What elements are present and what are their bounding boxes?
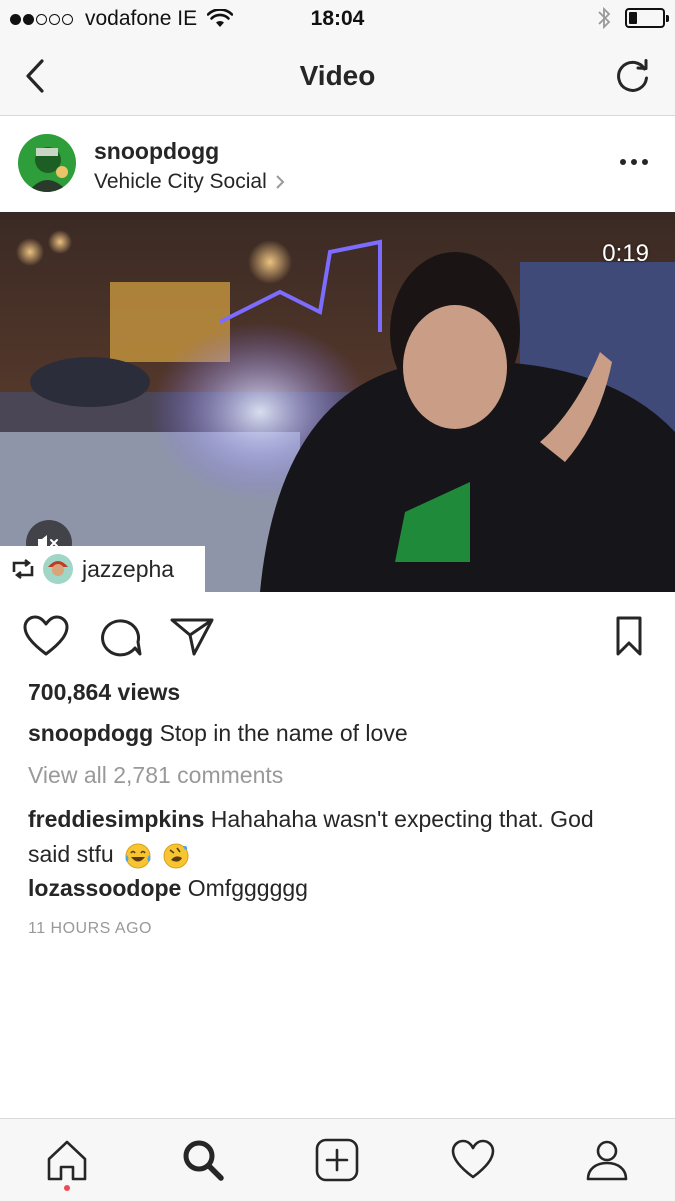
comment-text: Omfgggggg (187, 875, 308, 901)
rolling-on-the-floor-laughing-icon (163, 843, 189, 869)
chevron-left-icon[interactable] (20, 56, 54, 96)
post-header: snoopdogg Vehicle City Social (0, 116, 675, 212)
home-icon[interactable] (44, 1137, 90, 1183)
chevron-right-icon (276, 175, 285, 189)
refresh-icon[interactable] (613, 56, 653, 96)
comment: freddiesimpkins Hahahaha wasn't expectin… (28, 802, 638, 872)
nav-bar: Video (0, 38, 675, 116)
profile-icon[interactable] (584, 1137, 630, 1183)
face-with-tears-of-joy-icon (125, 843, 151, 869)
page-title: Video (299, 60, 376, 91)
status-time: 18:04 (310, 7, 365, 30)
caption: snoopdogg Stop in the name of love (28, 720, 408, 747)
active-tab-indicator (64, 1185, 70, 1191)
video-player[interactable]: 0:19 jazzepha (0, 212, 675, 592)
bluetooth-icon (598, 6, 611, 30)
caption-text: Stop in the name of love (159, 720, 408, 746)
repost-username: jazzepha (82, 555, 175, 582)
post-location[interactable]: Vehicle City Social (94, 170, 285, 194)
video-duration: 0:19 (602, 240, 649, 267)
status-bar: vodafone IE 18:04 (0, 0, 675, 38)
location-label: Vehicle City Social (94, 170, 267, 193)
comment: lozassoodope Omfgggggg (28, 875, 308, 902)
heart-icon[interactable] (22, 614, 70, 658)
caption-username[interactable]: snoopdogg (28, 720, 153, 746)
add-icon[interactable] (314, 1137, 360, 1183)
repost-attribution[interactable]: jazzepha (0, 546, 205, 592)
search-icon[interactable] (180, 1137, 226, 1183)
battery-icon (625, 8, 669, 28)
repost-avatar (43, 554, 73, 584)
view-count[interactable]: 700,864 views (28, 679, 180, 706)
comment-username[interactable]: lozassoodope (28, 875, 181, 901)
video-frame (0, 212, 675, 592)
bookmark-icon[interactable] (608, 614, 648, 658)
post-actions (0, 604, 675, 668)
repost-icon (12, 559, 34, 579)
comment-icon[interactable] (96, 614, 144, 658)
post-timestamp: 11 HOURS AGO (28, 920, 152, 937)
heart-icon[interactable] (450, 1137, 496, 1183)
post-username[interactable]: snoopdogg (94, 138, 219, 165)
comment-username[interactable]: freddiesimpkins (28, 806, 204, 832)
more-options-icon[interactable] (619, 152, 649, 172)
view-all-comments-link[interactable]: View all 2,781 comments (28, 762, 283, 789)
tab-bar (0, 1118, 675, 1201)
avatar[interactable] (18, 134, 76, 192)
share-icon[interactable] (168, 614, 216, 658)
status-right (597, 6, 669, 30)
